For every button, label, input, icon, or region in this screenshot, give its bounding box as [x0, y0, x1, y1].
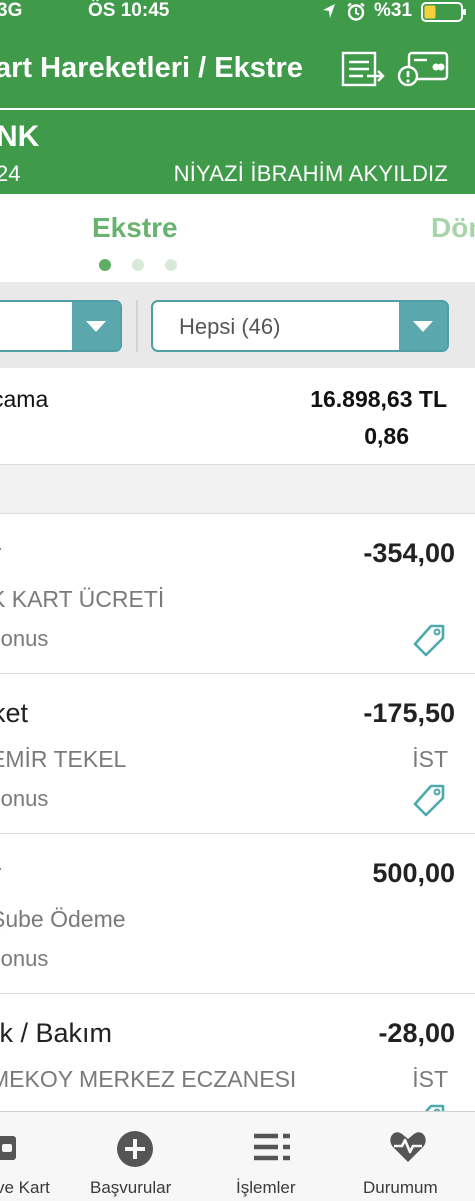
tab-cards[interactable]: ve Kart — [0, 1112, 90, 1201]
transaction-category: r — [0, 538, 1, 569]
transaction-category: r — [0, 858, 1, 889]
transaction-bonus: Bonus — [0, 626, 49, 651]
transaction-amount: -28,00 — [378, 1018, 455, 1048]
tab-next[interactable]: Dön — [431, 212, 475, 244]
page-title: art Hareketleri / Ekstre — [0, 52, 303, 84]
card-owner: NİYAZİ İBRAHİM AKYILDIZ — [173, 161, 448, 186]
chevron-down-icon[interactable] — [72, 302, 120, 350]
page-dot — [165, 259, 177, 271]
transaction-amount: -354,00 — [363, 538, 455, 568]
battery-icon — [421, 2, 466, 22]
tab-status-label: Durumum — [363, 1178, 438, 1197]
spending-summary: cama 16.898,63 TL 0,86 — [0, 368, 475, 465]
carrier-label: 3G — [0, 0, 23, 21]
tab-applications[interactable]: Başvurular — [90, 1112, 200, 1201]
transaction-row[interactable]: ket -175,50 EMİR TEKEL İST Bonus — [0, 674, 475, 834]
transaction-amount: 500,00 — [372, 858, 455, 888]
filter-bar: Hepsi (46) — [0, 282, 475, 368]
transaction-row[interactable]: r -354,00 K KART ÜCRETİ Bonus — [0, 514, 475, 674]
type-select[interactable]: Hepsi (46) — [151, 300, 449, 352]
page-dot — [132, 259, 144, 271]
tab-status[interactable]: Durumum — [355, 1112, 455, 1201]
account-summary: NK 24 NİYAZİ İBRAHİM AKYILDIZ — [0, 110, 475, 194]
transaction-merchant: K KART ÜCRETİ — [0, 586, 165, 612]
transaction-merchant: EMİR TEKEL — [0, 746, 127, 772]
wallet-icon — [0, 1136, 16, 1160]
tag-icon[interactable] — [411, 783, 447, 819]
tab-transactions-label: İşlemler — [236, 1178, 296, 1197]
tab-applications-label: Başvurular — [90, 1178, 172, 1197]
bottom-tab-bar: ve Kart Başvurular İşlemler Durumum — [0, 1111, 475, 1201]
bank-name: NK — [0, 120, 40, 153]
summary-rate: 0,86 — [364, 423, 409, 449]
card-number: 24 — [0, 161, 21, 186]
list-icon — [254, 1133, 290, 1161]
transaction-merchant: MEKOY MERKEZ ECZANESI — [0, 1066, 297, 1092]
transaction-city: İST — [412, 746, 448, 772]
chevron-down-icon[interactable] — [399, 302, 447, 350]
summary-label: cama — [0, 386, 49, 412]
section-spacer — [0, 465, 475, 514]
heart-pulse-icon — [390, 1132, 426, 1162]
transaction-amount: -175,50 — [363, 698, 455, 728]
transaction-category: ket — [0, 698, 29, 728]
status-bar: 3G ÖS 10:45 %31 — [0, 0, 475, 24]
alarm-icon — [347, 2, 365, 21]
card-alert-icon[interactable] — [397, 51, 449, 89]
divider — [136, 300, 138, 352]
summary-amount: 16.898,63 TL — [310, 386, 447, 412]
transaction-bonus: Bonus — [0, 946, 49, 971]
transaction-merchant: Şube Ödeme — [0, 906, 126, 932]
battery-percent: %31 — [374, 0, 413, 21]
transaction-category: ık / Bakım — [0, 1018, 113, 1048]
tab-cards-label: ve Kart — [0, 1178, 50, 1197]
period-select[interactable] — [0, 300, 122, 352]
clock: ÖS 10:45 — [88, 0, 170, 21]
tab-ekstre[interactable]: Ekstre — [92, 212, 178, 244]
transaction-bonus: Bonus — [0, 786, 49, 811]
tab-transactions[interactable]: İşlemler — [225, 1112, 320, 1201]
transaction-city: İST — [412, 1066, 448, 1092]
location-arrow-icon — [323, 4, 335, 18]
nav-header: art Hareketleri / Ekstre — [0, 24, 475, 108]
statement-export-icon[interactable] — [341, 51, 385, 87]
transaction-row[interactable]: r 500,00 Şube Ödeme Bonus — [0, 834, 475, 994]
page-dot-active — [99, 259, 111, 271]
type-select-value: Hepsi (46) — [179, 314, 281, 339]
tab-strip: Ekstre Dön — [0, 194, 475, 282]
tag-icon[interactable] — [411, 623, 447, 659]
plus-circle-icon — [117, 1131, 153, 1167]
